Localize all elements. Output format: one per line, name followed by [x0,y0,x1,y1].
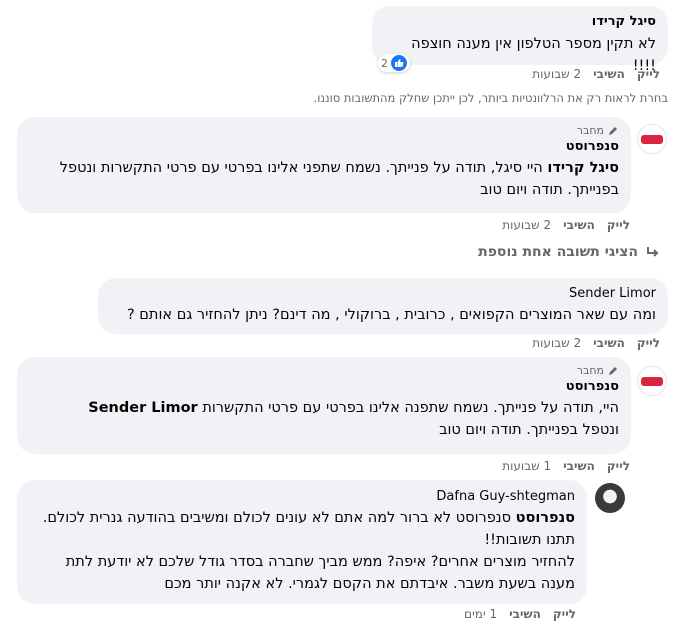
mention-link[interactable]: סנפרוסט [516,510,575,526]
comment-bubble: סיגל קרידו לא תקין מספר הטלפון אין מענה … [372,6,668,74]
author-line: מחבר [29,364,619,377]
comment-text: היי, תודה על פנייתך. נשמח שתפנה אלינו בפ… [29,397,619,419]
comment-time[interactable]: 2 שבועות [502,218,551,232]
like-button[interactable]: לייק [637,336,660,350]
filter-notice: בחרת לראות רק את הרלוונטיות ביותר, לכן י… [313,91,668,105]
reply-button[interactable]: השיבי [593,336,625,350]
comment-author[interactable]: סנפרוסט [29,139,619,155]
comment-text: ומה עם שאר המוצרים הקפואים , כרובית , בר… [127,307,656,323]
reply-button[interactable]: השיבי [563,218,595,232]
comment-bubble: מחבר סנפרוסט סיגל קרידו היי סיגל, תודה ע… [17,117,631,213]
comment-time[interactable]: 2 שבועות [532,336,581,350]
like-button[interactable]: לייק [553,607,576,621]
comment-author[interactable]: Dafna Guy-shtegman [29,489,575,505]
comment-body: היי סיגל, תודה על פנייתך. נשמח שתפני אלי… [59,160,619,198]
comment-time[interactable]: 1 שבועות [502,459,551,473]
comment-bubble: מחבר סנפרוסט היי, תודה על פנייתך. נשמח ש… [17,357,631,454]
comment-actions: לייק השיבי 1 ימים [464,607,576,621]
comment-actions: לייק השיבי 2 שבועות [532,336,660,350]
sanfrost-logo [641,134,663,144]
show-more-replies[interactable]: הציגי תשובה אחת נוספת [478,244,660,260]
comment-author[interactable]: סנפרוסט [29,379,619,395]
comment-time[interactable]: 1 ימים [464,607,497,621]
avatar-image [595,483,625,513]
reaction-count[interactable]: 2 [378,54,410,72]
pen-icon [609,126,617,135]
comment-actions: לייק השיבי 1 שבועות [502,459,630,473]
avatar[interactable] [637,366,667,396]
comment-bubble: Sender Limor ומה עם שאר המוצרים הקפואים … [98,278,668,334]
mention-link[interactable]: Sender Limor [88,400,197,416]
author-tag: מחבר [576,124,604,137]
reply-arrow-icon [647,247,659,257]
author-badge: מחבר [577,364,619,377]
comment-body: היי, תודה על פנייתך. נשמח שתפנה אלינו בפ… [202,400,619,416]
comment-text-line2: להחזיר מוצרים אחרים? איפה? ממש מביך שחבר… [65,554,575,592]
like-reaction-icon [391,55,407,71]
comment-bubble: Dafna Guy-shtegman סנפרוסט סנפרוסט לא בר… [17,480,587,604]
like-button[interactable]: לייק [607,218,630,232]
show-more-label: הציגי תשובה אחת נוספת [478,244,638,260]
author-badge: מחבר [577,124,619,137]
like-button[interactable]: לייק [637,67,660,81]
like-button[interactable]: לייק [607,459,630,473]
comment-body: סנפרוסט לא ברור למה אתם לא עונים לכולם ו… [42,510,575,548]
comment-text-line2: ונטפל בפנייתך. תודה ויום טוב [439,422,619,438]
author-tag: מחבר [576,364,604,377]
reaction-number: 2 [381,56,388,70]
pen-icon [609,366,617,375]
comment-text: סנפרוסט סנפרוסט לא ברור למה אתם לא עונים… [29,507,575,551]
reply-button[interactable]: השיבי [509,607,541,621]
comment-actions: לייק השיבי 2 שבועות [502,218,630,232]
comment-author[interactable]: Sender Limor [110,286,656,302]
author-line: מחבר [29,124,619,137]
reply-button[interactable]: השיבי [593,67,625,81]
sanfrost-logo [641,376,663,386]
comment-time[interactable]: 2 שבועות [532,67,581,81]
avatar[interactable] [595,483,625,513]
comment-actions: לייק השיבי 2 שבועות [532,67,660,81]
comment-author[interactable]: סיגל קרידו [384,14,656,30]
reply-button[interactable]: השיבי [563,459,595,473]
mention-link[interactable]: סיגל קרידו [547,160,619,176]
avatar[interactable] [637,124,667,154]
comment-text: סיגל קרידו היי סיגל, תודה על פנייתך. נשמ… [29,157,619,201]
